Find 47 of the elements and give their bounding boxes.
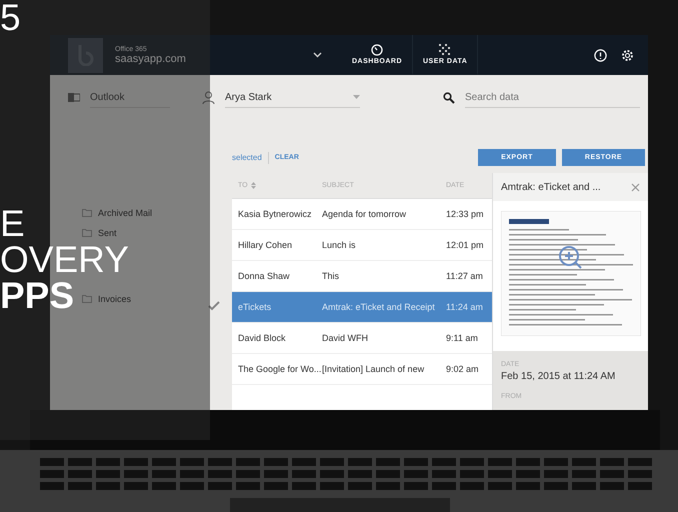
sort-icon (250, 182, 256, 189)
folder-item[interactable]: Archived Mail (82, 206, 232, 220)
table-cell-text: Amtrak: eTicket and Receipt (322, 302, 436, 312)
check-icon (208, 300, 220, 312)
search-field[interactable]: Search data (465, 88, 640, 108)
source-field[interactable]: Outlook (90, 88, 170, 108)
table-cell-text: David Block (238, 333, 287, 343)
domain-name: saasyapp.com (115, 52, 187, 64)
grid-icon (439, 44, 452, 56)
folder-item[interactable]: Sent (82, 226, 232, 240)
table-cell-text: 11:27 am (446, 271, 484, 281)
table-cell-text: 12:33 pm (446, 209, 485, 219)
caret-icon (353, 95, 360, 99)
table-cell-text: eTickets (238, 302, 272, 312)
table-cell-text: 12:01 pm (446, 240, 485, 250)
table-cell-text: Agenda for tomorrow (322, 209, 408, 219)
folder-icon (82, 229, 92, 237)
headline-text: 5 (0, 0, 21, 36)
table-cell-text: 9:11 am (446, 333, 479, 343)
table-cell: The Google for Wo... (238, 364, 322, 374)
table-cell-text: This (322, 271, 340, 281)
table-cell-text: Donna Shaw (238, 271, 291, 281)
search-icon (443, 92, 455, 104)
close-icon[interactable] (631, 182, 640, 192)
folder-item[interactable]: Invoices (82, 292, 232, 306)
table-cell-text: [Invitation] Launch of new (322, 364, 426, 374)
folder-icon (82, 209, 92, 217)
preview-title: Amtrak: eTicket and ... (501, 182, 601, 192)
person-icon (202, 91, 215, 104)
table-cell-text: Kasia Bytnerowicz (238, 209, 313, 219)
document-thumbnail-drawing[interactable] (500, 211, 640, 336)
chevron-down-icon[interactable] (313, 52, 322, 58)
date-value: Feb 15, 2015 at 11:24 AM (501, 371, 616, 382)
folder-icon (82, 295, 92, 303)
selection-count: selected (232, 153, 262, 162)
table-cell-text: Lunch is (322, 240, 357, 250)
table-cell-text: David WFH (322, 333, 370, 343)
table-cell-text: 11:24 am (446, 302, 484, 312)
gauge-icon (371, 44, 383, 56)
settings-icon[interactable] (621, 48, 634, 62)
info-icon[interactable] (594, 48, 607, 62)
outlook-icon (68, 92, 80, 103)
headline-text: PPS (0, 278, 74, 314)
headline-text: E (0, 206, 25, 242)
user-dropdown[interactable]: Arya Stark (225, 88, 360, 108)
table-cell-text: 9:02 am (446, 364, 480, 374)
table-cell-text: Hillary Cohen (238, 240, 294, 250)
